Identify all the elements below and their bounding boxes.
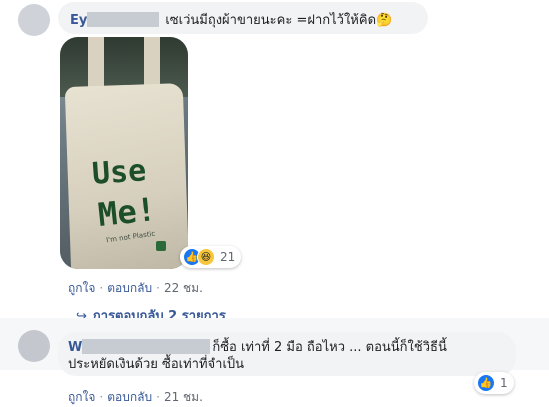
comment-timestamp[interactable]: 22 ชม. [164, 281, 203, 295]
reaction-count: 21 [220, 250, 236, 264]
commenter-avatar[interactable] [18, 4, 50, 36]
separator-dot: · [156, 390, 160, 404]
reaction-summary[interactable]: 👍 😆 21 [180, 246, 242, 268]
separator-dot: · [99, 281, 104, 295]
haha-icon: 😆 [197, 248, 215, 266]
bag-text-line2: Me! [96, 190, 158, 234]
comment-author[interactable]: Ey [70, 13, 87, 28]
reply-text-line1: ก็ซื้อ เท่าที่ 2 มือ ถือไหว ... ตอนนี้ก็… [212, 340, 447, 355]
thinking-emoji: 🤔 [376, 13, 393, 28]
reply-text-line2: ประหยัดเงินด้วย ซื้อเท่าที่จำเป็น [68, 357, 245, 372]
redacted-name [87, 12, 160, 27]
comment-bubble: Ey เซเว่นมีถุงผ้าขายนะคะ =ฝากไว้ให้คิด🤔 [58, 2, 428, 34]
like-link[interactable]: ถูกใจ [68, 390, 95, 404]
reply-bubble: W ก็ซื้อ เท่าที่ 2 มือ ถือไหว ... ตอนนี้ก… [58, 332, 516, 376]
reply-link[interactable]: ตอบกลับ [107, 281, 152, 295]
separator-dot: · [99, 390, 104, 404]
like-link[interactable]: ถูกใจ [68, 281, 95, 295]
comment-text: เซเว่นมีถุงผ้าขายนะคะ =ฝากไว้ให้คิด [165, 13, 377, 28]
reply-actions: ถูกใจ · ตอบกลับ · 21 ชม. [68, 388, 203, 407]
reply-timestamp[interactable]: 21 ชม. [164, 390, 203, 404]
bag-text-line1: Use [90, 153, 148, 192]
reply-avatar[interactable] [18, 330, 50, 362]
reply-author[interactable]: W [68, 340, 82, 355]
comment-actions: ถูกใจ · ตอบกลับ · 22 ชม. [68, 279, 203, 298]
bag-logo [156, 241, 166, 251]
reply-reaction-summary[interactable]: 👍 1 [474, 372, 514, 394]
redacted-name [82, 339, 211, 354]
separator-dot: · [156, 281, 160, 295]
comment-photo[interactable]: Use Me! I'm not Plastic [60, 37, 188, 269]
reply-link[interactable]: ตอบกลับ [107, 390, 152, 404]
like-icon: 👍 [477, 374, 495, 392]
reply-reaction-count: 1 [500, 376, 508, 390]
